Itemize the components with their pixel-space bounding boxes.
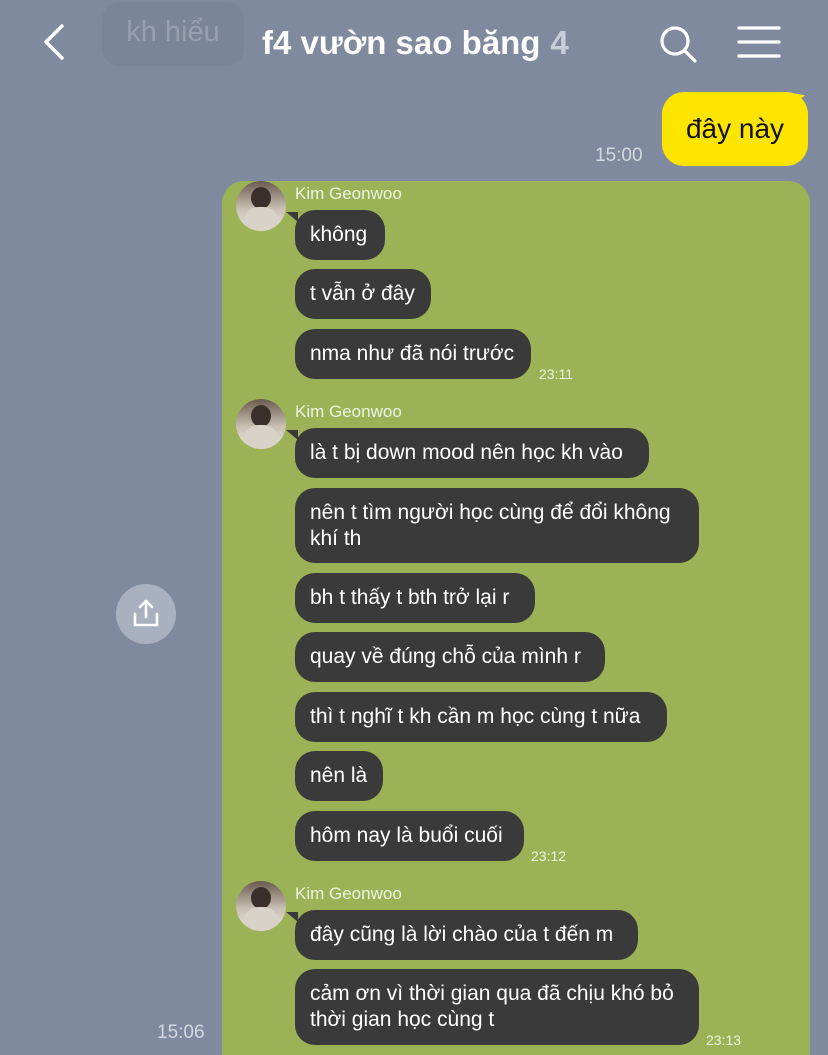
chevron-left-icon <box>44 24 64 60</box>
message-bubble[interactable]: nma như đã nói trước <box>295 329 531 379</box>
message-bubble[interactable]: cảm ơn vì thời gian qua đã chịu khó bỏ t… <box>295 969 699 1045</box>
share-button[interactable] <box>116 584 176 644</box>
chat-header: kh hiểu f4 vườn sao băng 4 <box>0 0 828 88</box>
hamburger-menu-icon <box>737 26 781 58</box>
sender-avatar[interactable] <box>236 181 286 231</box>
share-icon <box>133 599 159 627</box>
message-bubble[interactable]: không <box>295 210 385 260</box>
message-bubble[interactable]: thì t nghĩ t kh cần m học cùng t nữa <box>295 692 667 742</box>
message-bubble[interactable]: đây cũng là lời chào của t đến m <box>295 910 638 960</box>
message-bubble[interactable]: là t bị down mood nên học kh vào <box>295 428 649 478</box>
sender-name: Kim Geonwoo <box>295 184 402 203</box>
ghost-message-bubble: kh hiểu <box>102 2 244 66</box>
sender-name: Kim Geonwoo <box>295 402 402 421</box>
forwarded-message-time: 15:06 <box>157 1022 205 1043</box>
chat-title-text: f4 vườn sao băng <box>262 24 541 61</box>
sender-avatar[interactable] <box>236 881 286 931</box>
sender-avatar[interactable] <box>236 399 286 449</box>
message-time: 23:13 <box>706 1032 742 1048</box>
message-bubble[interactable]: quay về đúng chỗ của mình r <box>295 632 605 682</box>
outgoing-message-time: 15:00 <box>595 145 643 166</box>
member-count: 4 <box>550 24 569 61</box>
search-icon <box>660 26 697 63</box>
message-time: 23:11 <box>539 366 573 382</box>
message-time: 23:12 <box>531 848 567 864</box>
sender-name: Kim Geonwoo <box>295 884 402 903</box>
message-bubble[interactable]: nên là <box>295 751 383 801</box>
outgoing-message-bubble[interactable]: đây này <box>662 92 808 166</box>
back-button[interactable] <box>34 20 78 64</box>
message-bubble[interactable]: t vẫn ở đây <box>295 269 431 319</box>
message-bubble[interactable]: bh t thấy t bth trở lại r <box>295 573 535 623</box>
menu-button[interactable] <box>736 22 782 62</box>
chat-title: f4 vườn sao băng 4 <box>262 24 569 62</box>
search-button[interactable] <box>656 22 700 66</box>
message-bubble[interactable]: nên t tìm người học cùng để đổi không kh… <box>295 488 699 563</box>
message-bubble[interactable]: hôm nay là buổi cuối <box>295 811 524 861</box>
